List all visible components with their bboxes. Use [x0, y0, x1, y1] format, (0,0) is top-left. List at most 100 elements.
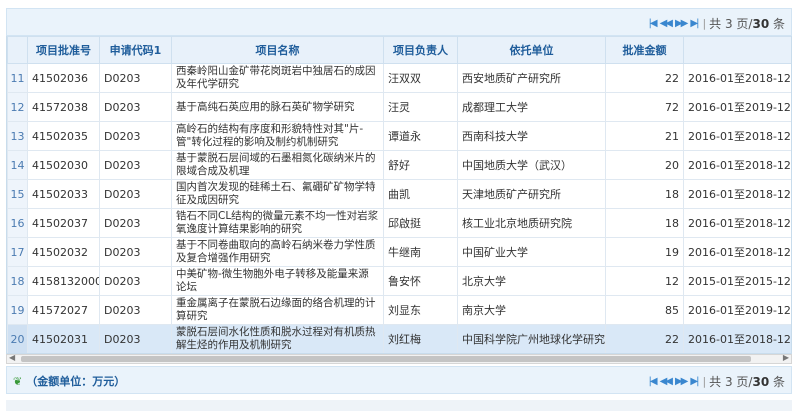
scrollbar-thumb[interactable] — [21, 356, 751, 362]
last-page-icon[interactable]: ▶| — [690, 18, 699, 29]
top-toolbar: |◀ ◀◀ ▶▶ ▶| | 共 3 页/30 条 — [6, 8, 792, 36]
cell-code: D0203 — [99, 63, 172, 93]
footer-strip — [6, 400, 792, 411]
cell-amount: 21 — [605, 121, 684, 151]
cell-idx: 15 — [7, 179, 28, 209]
cell-name: 国内首次发现的硅稀土石、氟硼矿矿物学特征及成因研究 — [171, 179, 384, 209]
cell-org: 中国矿业大学 — [457, 237, 606, 267]
cell-org: 西南科技大学 — [457, 121, 606, 151]
cell-code: D0203 — [99, 237, 172, 267]
cell-org: 南京大学 — [457, 295, 606, 325]
cell-period: 2016-01至2019-12 — [683, 92, 791, 122]
pager-bottom: |◀ ◀◀ ▶▶ ▶| | 共 3 页/30 条 — [647, 367, 785, 395]
cell-code: D0203 — [99, 266, 172, 296]
cell-code: D0203 — [99, 208, 172, 238]
cell-period: 2015-01至2015-12 — [683, 266, 791, 296]
cell-id: 41572027 — [27, 295, 100, 325]
cell-amount: 18 — [605, 179, 684, 209]
cell-idx: 11 — [7, 63, 28, 93]
prev-page-icon[interactable]: ◀◀ — [660, 376, 673, 387]
cell-id: 41502036 — [27, 63, 100, 93]
column-header[interactable]: 依托单位 — [457, 36, 606, 64]
cell-name: 基于不同卷曲取向的高岭石纳米卷力学性质及复合增强作用研究 — [171, 237, 384, 267]
prev-page-icon[interactable]: ◀◀ — [660, 18, 673, 29]
cell-code: D0203 — [99, 324, 172, 353]
cell-amount: 12 — [605, 266, 684, 296]
cell-id: 41502031 — [27, 324, 100, 353]
column-header[interactable]: 项目负责人 — [383, 36, 458, 64]
column-header[interactable] — [7, 36, 28, 64]
table-row[interactable]: 14 41502030 D0203 基于蒙脱石层间域的石墨相氮化碳纳米片的限域合成及机… — [7, 150, 791, 180]
cell-idx: 17 — [7, 237, 28, 267]
pager-summary: 共 3 页/30 条 — [709, 374, 785, 389]
table-row[interactable]: 1841581320005D0203中美矿物-微生物胞外电子转移及能量来源论坛鲁… — [7, 266, 791, 296]
column-header[interactable]: 申请代码1 — [99, 36, 172, 64]
column-header[interactable]: 批准金额 — [605, 36, 684, 64]
bottom-toolbar: ❦ （金额单位：万元） |◀ ◀◀ ▶▶ ▶| | 共 3 页/30 条 — [6, 366, 792, 394]
table-row[interactable]: 11 41502036 D0203 西秦岭阳山金矿带花岗斑岩中独居石的成因及年代学研究… — [7, 63, 791, 93]
scroll-right-icon[interactable]: ▶ — [783, 353, 789, 362]
table-row[interactable]: 13 41502035 D0203 高岭石的结构有序度和形貌特性对其"片-管"转化过程… — [7, 121, 791, 151]
cell-leader: 刘红梅 — [383, 324, 458, 353]
cell-id: 41502032 — [27, 237, 100, 267]
cell-idx: 16 — [7, 208, 28, 238]
first-page-icon[interactable]: |◀ — [649, 376, 658, 387]
cell-name: 基于高纯石英应用的脉石英矿物学研究 — [171, 92, 384, 122]
cell-leader: 汪灵 — [383, 92, 458, 122]
project-grid: 项目批准号申请代码1项目名称项目负责人依托单位批准金额项目起止年月 114150… — [6, 36, 792, 354]
cell-code: D0203 — [99, 150, 172, 180]
cell-period: 2016-01至2018-12 — [683, 208, 791, 238]
table-row[interactable]: 19 41572027 D0203 重金属离子在蒙脱石边缘面的络合机理的计算研究 刘显东… — [7, 295, 791, 325]
last-page-icon[interactable]: ▶| — [690, 376, 699, 387]
table-row[interactable]: 16 41502037 D0203 锆石不同CL结构的微量元素不均一性对岩浆氧逸度计算… — [7, 208, 791, 238]
cell-amount: 18 — [605, 208, 684, 238]
cell-idx: 18 — [7, 266, 28, 296]
cell-idx: 20 — [7, 324, 28, 353]
cell-id: 41572038 — [27, 92, 100, 122]
column-header[interactable]: 项目起止年月 — [683, 36, 791, 64]
table-row[interactable]: 20 41502031 D0203 蒙脱石层间水化性质和脱水过程对有机质热解生烃的作用… — [7, 324, 791, 353]
cell-idx: 12 — [7, 92, 28, 122]
table-row[interactable]: 15 41502033 D0203 国内首次发现的硅稀土石、氟硼矿矿物学特征及成因研究… — [7, 179, 791, 209]
next-page-icon[interactable]: ▶▶ — [675, 376, 688, 387]
column-header[interactable]: 项目批准号 — [27, 36, 100, 64]
cell-id: 41502033 — [27, 179, 100, 209]
pager-separator: | — [702, 16, 707, 30]
cell-period: 2016-01至2018-12 — [683, 237, 791, 267]
unit-note: ❦ （金额单位：万元） — [13, 367, 125, 395]
cell-period: 2016-01至2018-12 — [683, 150, 791, 180]
cell-period: 2016-01至2019-12 — [683, 295, 791, 325]
cell-code: D0203 — [99, 121, 172, 151]
first-page-icon[interactable]: |◀ — [649, 18, 658, 29]
cell-code: D0203 — [99, 92, 172, 122]
cell-name: 蒙脱石层间水化性质和脱水过程对有机质热解生烃的作用及机制研究 — [171, 324, 384, 353]
table-row[interactable]: 17 41502032 D0203 基于不同卷曲取向的高岭石纳米卷力学性质及复合增强作… — [7, 237, 791, 267]
cell-leader: 邱啟挺 — [383, 208, 458, 238]
pager-summary: 共 3 页/30 条 — [709, 16, 785, 31]
cell-org: 中国地质大学（武汉） — [457, 150, 606, 180]
cell-period: 2016-01至2018-12 — [683, 179, 791, 209]
next-page-icon[interactable]: ▶▶ — [675, 18, 688, 29]
cell-amount: 20 — [605, 150, 684, 180]
cell-org: 中国科学院广州地球化学研究所 — [457, 324, 606, 353]
cell-name: 重金属离子在蒙脱石边缘面的络合机理的计算研究 — [171, 295, 384, 325]
pager-separator: | — [702, 374, 707, 388]
scroll-left-icon[interactable]: ◀ — [9, 353, 15, 362]
leaf-icon: ❦ — [13, 374, 23, 388]
table-row[interactable]: 12 41572038 D0203 基于高纯石英应用的脉石英矿物学研究 汪灵 成都理工大学… — [7, 92, 791, 122]
column-header[interactable]: 项目名称 — [171, 36, 384, 64]
cell-org: 核工业北京地质研究院 — [457, 208, 606, 238]
cell-idx: 13 — [7, 121, 28, 151]
project-table: 项目批准号申请代码1项目名称项目负责人依托单位批准金额项目起止年月 114150… — [7, 36, 791, 353]
horizontal-scrollbar[interactable]: ◀ ▶ — [6, 353, 792, 364]
pager-top: |◀ ◀◀ ▶▶ ▶| | 共 3 页/30 条 — [647, 9, 785, 37]
cell-leader: 刘显东 — [383, 295, 458, 325]
cell-leader: 曲凯 — [383, 179, 458, 209]
cell-id: 41502037 — [27, 208, 100, 238]
cell-id: 41502030 — [27, 150, 100, 180]
cell-period: 2016-01至2018-12 — [683, 324, 791, 353]
cell-leader: 汪双双 — [383, 63, 458, 93]
cell-amount: 72 — [605, 92, 684, 122]
cell-amount: 22 — [605, 324, 684, 353]
cell-leader: 鲁安怀 — [383, 266, 458, 296]
